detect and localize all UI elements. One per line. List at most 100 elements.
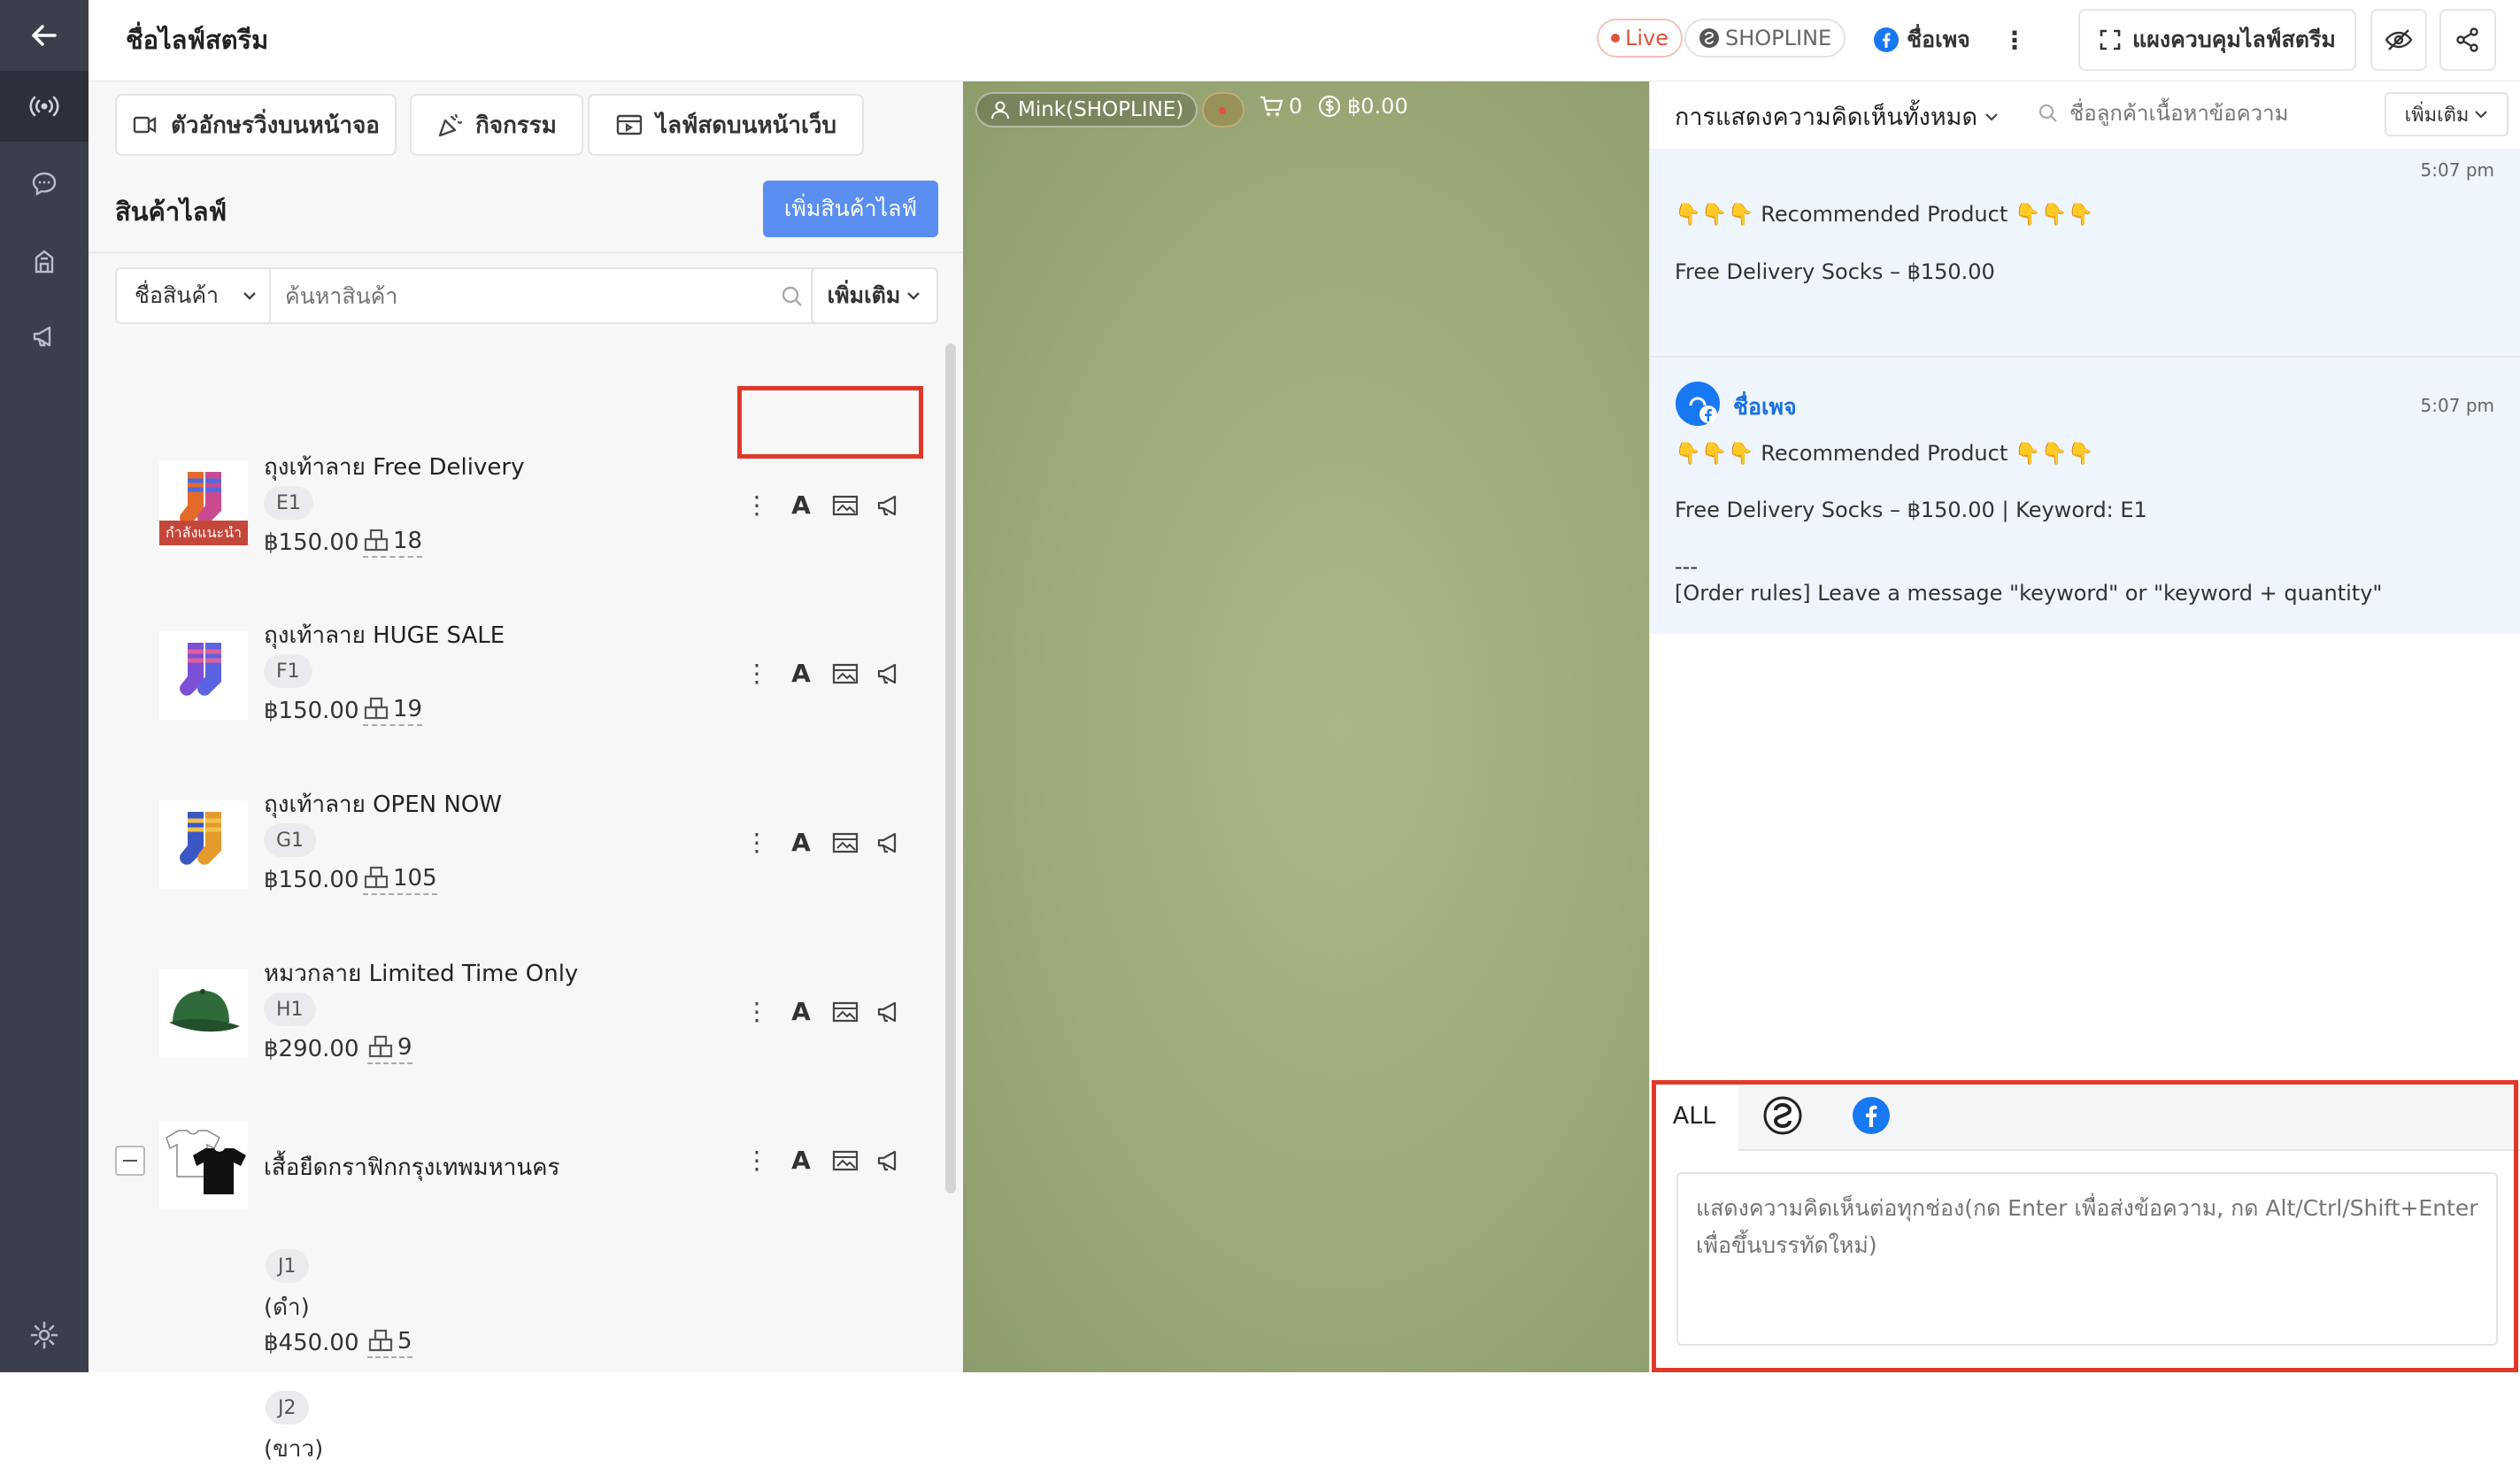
hide-button[interactable] bbox=[2370, 9, 2427, 71]
product-name: ถุงเท้าลาย Free Delivery bbox=[264, 454, 525, 481]
marquee-label: ตัวอักษรวิ่งบนหน้าจอ bbox=[171, 112, 380, 139]
stock-boxes-icon bbox=[368, 1329, 393, 1352]
product-item[interactable]: ถุงเท้าลาย HUGE SALE F1 ฿150.00 19 ⋮ A bbox=[89, 537, 938, 726]
text-overlay-icon[interactable]: A bbox=[779, 659, 823, 688]
variant-price: ฿450.00 bbox=[264, 1330, 359, 1356]
product-actions: ⋮ A bbox=[735, 490, 912, 520]
comment-more-label: เพิ่มเติม bbox=[2404, 104, 2470, 127]
more-vertical-icon[interactable]: ⋮ bbox=[735, 490, 779, 520]
image-card-icon[interactable] bbox=[823, 494, 867, 517]
product-item[interactable]: เสื้อยืดกราฟิกกรุงเทพมหานคร ⋮ A J1 (ดำ) … bbox=[89, 1045, 938, 1463]
shopline-icon bbox=[1699, 28, 1719, 48]
product-search-bar: ชื่อสินค้า bbox=[115, 267, 889, 324]
chevron-down-icon bbox=[243, 292, 256, 300]
live-broadcast-icon bbox=[29, 96, 59, 117]
filter-field-select[interactable]: ชื่อสินค้า bbox=[117, 269, 271, 322]
more-vertical-icon[interactable]: ⋮ bbox=[735, 659, 779, 688]
cart-icon bbox=[1260, 96, 1283, 116]
text-overlay-icon[interactable]: A bbox=[779, 1146, 823, 1175]
page-selector[interactable]: ชื่อเพจ bbox=[1855, 9, 1988, 71]
image-card-icon[interactable] bbox=[823, 1000, 867, 1023]
megaphone-icon bbox=[33, 326, 51, 347]
announce-icon[interactable] bbox=[867, 1149, 912, 1172]
sidebar-item-marketing[interactable] bbox=[0, 301, 89, 372]
more-options-button[interactable]: ⋮ bbox=[1997, 9, 2032, 71]
more-vertical-icon[interactable]: ⋮ bbox=[735, 828, 779, 857]
product-search-input[interactable] bbox=[285, 278, 781, 313]
comment-search-input[interactable] bbox=[2069, 94, 2335, 133]
sidebar-item-store[interactable] bbox=[0, 226, 89, 297]
product-name: ถุงเท้าลาย HUGE SALE bbox=[264, 622, 505, 649]
comment-more-button[interactable]: เพิ่มเติม bbox=[2385, 92, 2508, 136]
message-time: 5:07 pm bbox=[2420, 159, 2494, 181]
activity-label: กิจกรรม bbox=[475, 112, 557, 139]
message-line: [Order rules] Leave a message "keyword" … bbox=[1675, 581, 2383, 606]
control-panel-label: แผงควบคุมไลฟ์สตรีม bbox=[2132, 27, 2336, 52]
text-overlay-icon[interactable]: A bbox=[779, 490, 823, 520]
web-live-icon bbox=[616, 114, 643, 135]
product-item[interactable]: ถุงเท้าลาย OPEN NOW G1 ฿150.00 105 ⋮ A bbox=[89, 706, 938, 895]
search-icon bbox=[2038, 104, 2057, 122]
header: ชื่อไลฟ์สตรีม Live SHOPLINE ชื่อเพจ ⋮ แผ… bbox=[89, 0, 2520, 81]
vertical-dots-icon: ⋮ bbox=[2002, 25, 2027, 55]
live-badge-label: Live bbox=[1625, 26, 1669, 50]
product-panel: ตัวอักษรวิ่งบนหน้าจอ กิจกรรม ไลฟ์สดบนหน้… bbox=[89, 81, 963, 1463]
product-name: เสื้อยืดกราฟิกกรุงเทพมหานคร bbox=[264, 1154, 560, 1181]
control-panel-button[interactable]: แผงควบคุมไลฟ์สตรีม bbox=[2078, 9, 2356, 71]
more-vertical-icon[interactable]: ⋮ bbox=[735, 1146, 779, 1175]
search-icon[interactable] bbox=[779, 283, 805, 310]
image-card-icon[interactable] bbox=[823, 831, 867, 854]
add-product-button[interactable]: เพิ่มสินค้าไลฟ์ bbox=[763, 181, 938, 237]
host-badge: Mink(SHOPLINE) bbox=[975, 92, 1198, 127]
announce-icon[interactable] bbox=[867, 1000, 912, 1023]
comment-message: 5:07 pm 👇👇👇 Recommended Product 👇👇👇 Free… bbox=[1650, 149, 2520, 356]
announce-icon[interactable] bbox=[867, 662, 912, 685]
activity-button[interactable]: กิจกรรม bbox=[410, 94, 583, 156]
message-time: 5:07 pm bbox=[2420, 395, 2494, 416]
share-button[interactable] bbox=[2439, 9, 2496, 71]
product-keyword: H1 bbox=[264, 992, 316, 1026]
sidebar-item-live[interactable] bbox=[0, 71, 89, 142]
product-name: ถุงเท้าลาย OPEN NOW bbox=[264, 791, 503, 818]
cap-image bbox=[169, 989, 240, 1032]
marquee-button[interactable]: ตัวอักษรวิ่งบนหน้าจอ bbox=[115, 94, 397, 156]
product-actions: ⋮ A bbox=[735, 997, 912, 1026]
cart-counter: 0 bbox=[1259, 94, 1302, 119]
announce-icon[interactable] bbox=[867, 831, 912, 854]
comment-filter-select[interactable]: การแสดงความคิดเห็นทั้งหมด bbox=[1675, 97, 1999, 135]
variant-keyword: J2 bbox=[266, 1391, 309, 1425]
web-live-button[interactable]: ไลฟ์สดบนหน้าเว็บ bbox=[588, 94, 864, 156]
message-line: Free Delivery Socks – ฿150.00 bbox=[1675, 259, 1995, 284]
page-name: ชื่อเพจ bbox=[1907, 27, 1970, 52]
sales-total: ฿0.00 bbox=[1347, 94, 1408, 119]
image-card-icon[interactable] bbox=[823, 1149, 867, 1172]
fullscreen-icon bbox=[2100, 29, 2121, 50]
comments-panel: การแสดงความคิดเห็นทั้งหมด เพิ่มเติม 5:07… bbox=[1649, 81, 2520, 1372]
product-item[interactable]: หมวกลาย Limited Time Only H1 ฿290.00 9 ⋮… bbox=[89, 876, 938, 1064]
more-vertical-icon[interactable]: ⋮ bbox=[735, 997, 779, 1026]
product-keyword: G1 bbox=[264, 823, 317, 857]
variant-stock: 5 bbox=[367, 1328, 412, 1358]
text-overlay-icon[interactable]: A bbox=[779, 828, 823, 857]
sidebar-item-chat[interactable] bbox=[0, 149, 89, 220]
page-title: ชื่อไลฟ์สตรีม bbox=[126, 25, 269, 55]
sidebar-item-settings[interactable] bbox=[0, 1300, 89, 1370]
product-thumbnail bbox=[159, 1121, 248, 1209]
facebook-icon bbox=[1874, 27, 1900, 52]
stock-count: 5 bbox=[397, 1328, 412, 1355]
web-live-label: ไลฟ์สดบนหน้าเว็บ bbox=[656, 112, 836, 139]
product-actions: ⋮ A bbox=[735, 659, 912, 688]
host-name: Mink(SHOPLINE) bbox=[1018, 98, 1184, 121]
back-button[interactable] bbox=[0, 0, 89, 71]
settings-gear-icon bbox=[30, 1321, 58, 1349]
chevron-down-icon bbox=[2475, 111, 2488, 119]
more-filter-button[interactable]: เพิ่มเติม bbox=[811, 267, 938, 324]
collapse-toggle[interactable] bbox=[115, 1146, 145, 1176]
tshirt-image bbox=[166, 1130, 246, 1194]
image-card-icon[interactable] bbox=[823, 662, 867, 685]
text-overlay-icon[interactable]: A bbox=[779, 997, 823, 1026]
product-list-scrollbar[interactable] bbox=[945, 344, 956, 1193]
product-keyword: E1 bbox=[264, 486, 313, 520]
announce-icon[interactable] bbox=[867, 494, 912, 517]
highlight-box bbox=[1652, 1080, 2518, 1372]
